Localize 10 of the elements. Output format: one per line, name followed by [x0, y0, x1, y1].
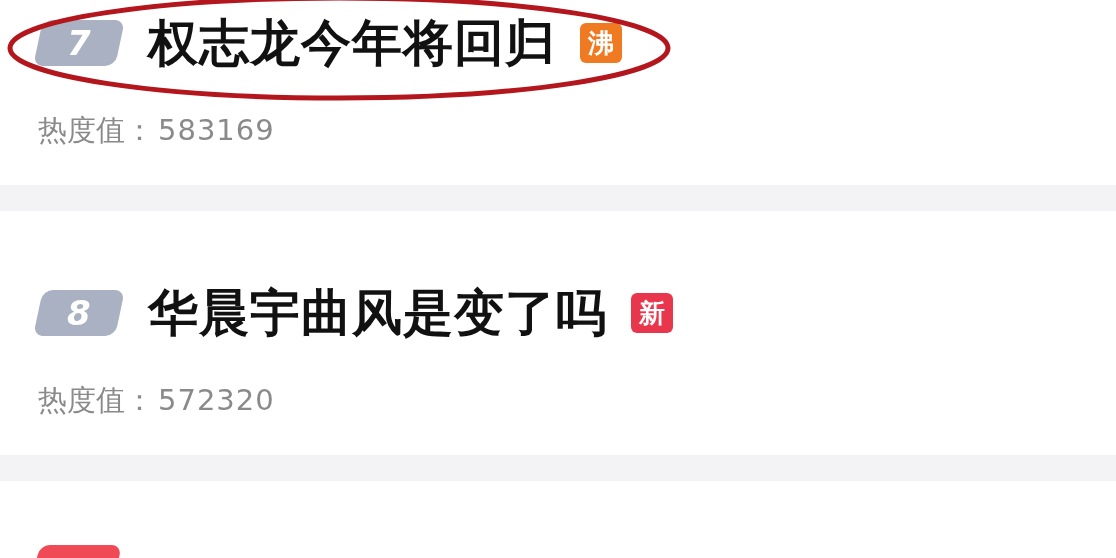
- heat-label: 热度值：: [38, 386, 154, 415]
- hot-tag: 新: [631, 293, 673, 333]
- topic-title[interactable]: 华晨宇曲风是变了吗: [148, 288, 607, 338]
- heat-label: 热度值：: [38, 116, 154, 145]
- topic-title[interactable]: 权志龙今年将回归: [148, 18, 556, 68]
- hot-tag: 沸: [580, 23, 622, 63]
- rank-badge: 8: [33, 290, 125, 336]
- heat-value: 572320: [158, 386, 275, 415]
- heat-value: 583169: [158, 116, 275, 145]
- rank-badge: 7: [33, 20, 125, 66]
